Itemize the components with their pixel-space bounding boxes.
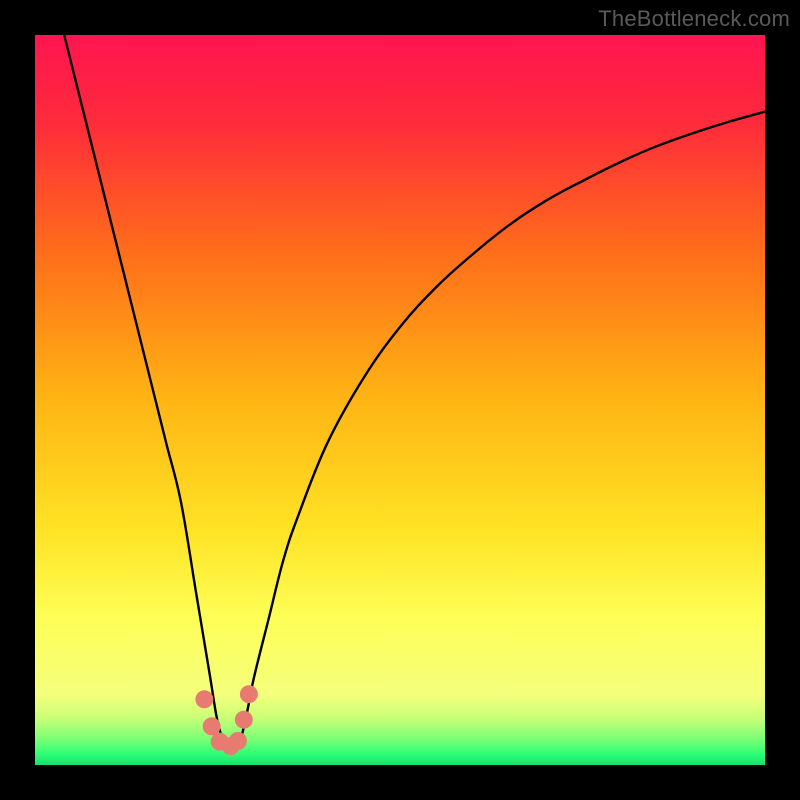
plot-area — [35, 35, 765, 765]
watermark-text: TheBottleneck.com — [598, 6, 790, 32]
trough-marker — [229, 732, 247, 750]
gradient-bg — [35, 35, 765, 765]
trough-marker — [203, 717, 221, 735]
bottleneck-chart — [35, 35, 765, 765]
trough-marker — [235, 711, 253, 729]
trough-marker — [240, 685, 258, 703]
trough-marker — [195, 690, 213, 708]
chart-frame: TheBottleneck.com — [0, 0, 800, 800]
